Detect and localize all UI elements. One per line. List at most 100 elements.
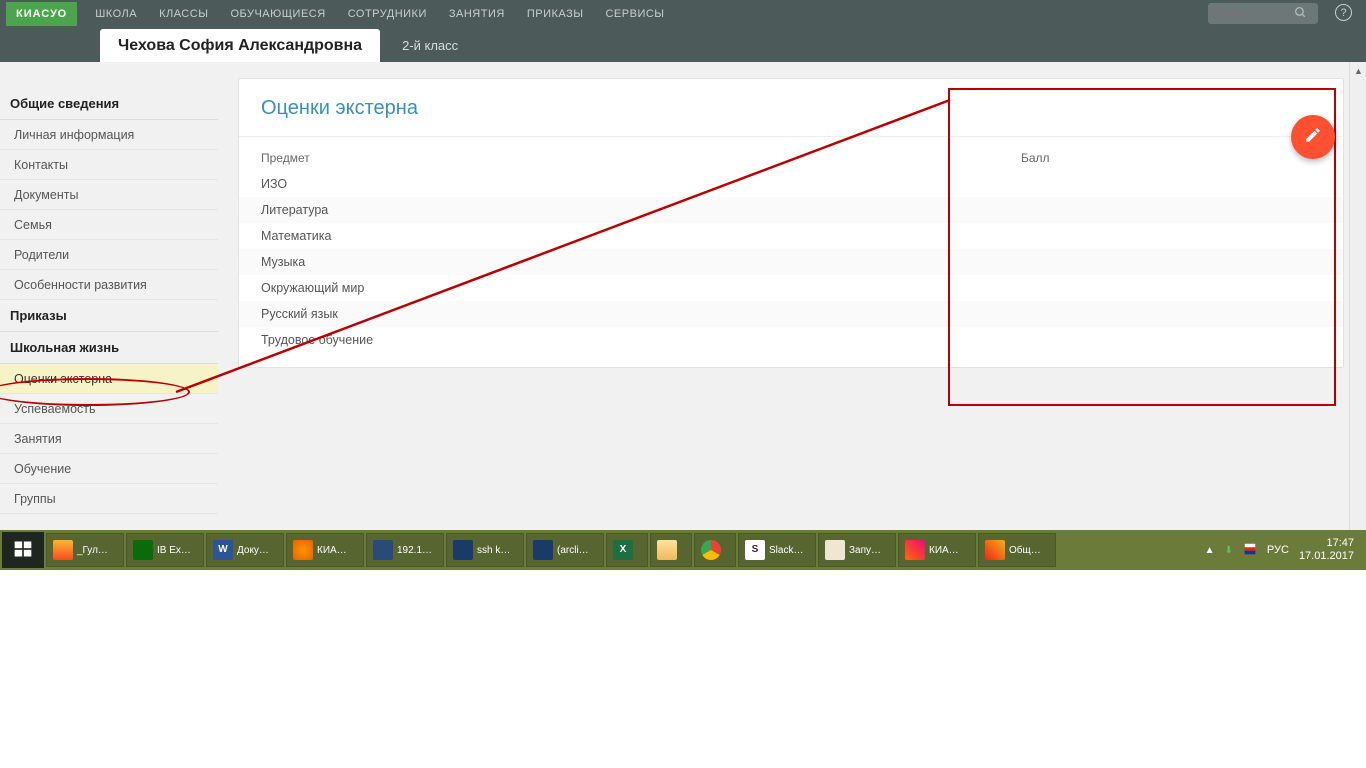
search-box[interactable] [1208, 3, 1318, 24]
explorer-icon [657, 540, 677, 560]
side-item-contacts[interactable]: Контакты [0, 150, 218, 180]
slack-icon: S [745, 540, 765, 560]
topbar: КИАСУО ШКОЛА КЛАССЫ ОБУЧАЮЩИЕСЯ СОТРУДНИ… [0, 0, 1366, 28]
side-item-personal[interactable]: Личная информация [0, 120, 218, 150]
chrome-icon [701, 540, 721, 560]
tray-lang[interactable]: РУС [1267, 544, 1289, 556]
app-icon [133, 540, 153, 560]
table-row: Трудовое обучение [239, 327, 1343, 353]
nav-staff[interactable]: СОТРУДНИКИ [348, 8, 427, 20]
taskbar-label: КИА… [317, 545, 347, 556]
top-nav: ШКОЛА КЛАССЫ ОБУЧАЮЩИЕСЯ СОТРУДНИКИ ЗАНЯ… [95, 8, 664, 20]
table-row: Музыка [239, 249, 1343, 275]
tray-time: 17:47 [1299, 537, 1354, 550]
side-item-parents[interactable]: Родители [0, 240, 218, 270]
taskbar-label: Общ… [1009, 545, 1041, 556]
app-logo: КИАСУО [6, 2, 77, 26]
nav-orders[interactable]: ПРИКАЗЫ [527, 8, 584, 20]
tray-date: 17.01.2017 [1299, 550, 1354, 563]
taskbar-app[interactable]: КИА… [898, 533, 976, 567]
taskbar-label: 192.1… [397, 545, 432, 556]
table-row: Русский язык [239, 301, 1343, 327]
app-icon [985, 540, 1005, 560]
grades-card: Оценки экстерна Предмет Балл ИЗО Литерат… [238, 78, 1344, 368]
windows-taskbar: _Гул… IB Ex… W Доку… КИА… 192.1… ssh k… (… [0, 530, 1366, 570]
taskbar-app[interactable]: IB Ex… [126, 533, 204, 567]
subject-cell: Трудовое обучение [261, 333, 1021, 347]
app-icon [825, 540, 845, 560]
taskbar-app[interactable]: 192.1… [366, 533, 444, 567]
scroll-up-icon[interactable]: ▲ [1350, 62, 1366, 79]
side-item-training[interactable]: Обучение [0, 454, 218, 484]
subject-cell: Окружающий мир [261, 281, 1021, 295]
search-icon[interactable] [1294, 6, 1307, 22]
card-title: Оценки экстерна [239, 79, 1343, 137]
nav-classes[interactable]: КЛАССЫ [159, 8, 208, 20]
taskbar-app[interactable] [694, 533, 736, 567]
nav-lessons[interactable]: ЗАНЯТИЯ [449, 8, 505, 20]
table-row: Литература [239, 197, 1343, 223]
system-tray: ▲ ⬇ РУС 17:47 17.01.2017 [1205, 537, 1364, 563]
tray-clock[interactable]: 17:47 17.01.2017 [1299, 537, 1354, 563]
terminal-icon [453, 540, 473, 560]
server-icon [373, 540, 393, 560]
taskbar-app[interactable]: ssh k… [446, 533, 524, 567]
taskbar-app[interactable] [650, 533, 692, 567]
taskbar-app[interactable]: X [606, 533, 648, 567]
taskbar-app[interactable]: W Доку… [206, 533, 284, 567]
search-input[interactable] [1214, 8, 1294, 20]
sub-header: Чехова София Александровна 2-й класс [0, 28, 1366, 62]
taskbar-label: Доку… [237, 545, 269, 556]
tray-expand-icon[interactable]: ▲ [1205, 545, 1215, 556]
firefox-icon [293, 540, 313, 560]
table-row: Математика [239, 223, 1343, 249]
subject-cell: Математика [261, 229, 1021, 243]
subject-cell: Литература [261, 203, 1021, 217]
table-header: Предмет Балл [239, 137, 1343, 171]
subject-cell: ИЗО [261, 177, 1021, 191]
side-item-progress[interactable]: Успеваемость [0, 394, 218, 424]
taskbar-app[interactable]: Запу… [818, 533, 896, 567]
taskbar-label: Запу… [849, 545, 881, 556]
taskbar-label: Slack… [769, 545, 803, 556]
col-score: Балл [1021, 151, 1050, 165]
taskbar-label: _Гул… [77, 545, 108, 556]
excel-icon: X [613, 540, 633, 560]
nav-school[interactable]: ШКОЛА [95, 8, 137, 20]
side-item-family[interactable]: Семья [0, 210, 218, 240]
taskbar-label: ssh k… [477, 545, 510, 556]
windows-logo-icon [13, 539, 33, 562]
start-button[interactable] [2, 532, 44, 568]
side-item-groups[interactable]: Группы [0, 484, 218, 514]
taskbar-app[interactable]: Общ… [978, 533, 1056, 567]
taskbar-label: КИА… [929, 545, 959, 556]
tray-flag-icon[interactable] [1243, 542, 1257, 559]
nav-services[interactable]: СЕРВИСЫ [605, 8, 664, 20]
side-group-school-life: Школьная жизнь [0, 332, 218, 364]
edit-fab[interactable] [1291, 115, 1335, 159]
grades-table: Предмет Балл ИЗО Литература Математика М… [239, 137, 1343, 353]
side-item-peculiar[interactable]: Особенности развития [0, 270, 218, 300]
taskbar-label: (arcli… [557, 545, 589, 556]
pencil-icon [1304, 126, 1322, 149]
taskbar-app[interactable]: S Slack… [738, 533, 816, 567]
taskbar-app[interactable]: _Гул… [46, 533, 124, 567]
help-icon[interactable]: ? [1335, 4, 1352, 21]
nav-students[interactable]: ОБУЧАЮЩИЕСЯ [230, 8, 325, 20]
person-tab[interactable]: Чехова София Александровна [100, 29, 380, 62]
table-row: Окружающий мир [239, 275, 1343, 301]
class-label: 2-й класс [402, 38, 458, 53]
app-icon [53, 540, 73, 560]
col-subject: Предмет [261, 151, 1021, 165]
side-item-documents[interactable]: Документы [0, 180, 218, 210]
side-item-lessons[interactable]: Занятия [0, 424, 218, 454]
subject-cell: Русский язык [261, 307, 1021, 321]
word-icon: W [213, 540, 233, 560]
side-item-extern-grades[interactable]: Оценки экстерна [0, 364, 218, 394]
table-row: ИЗО [239, 171, 1343, 197]
side-group-orders: Приказы [0, 300, 218, 332]
taskbar-app[interactable]: КИА… [286, 533, 364, 567]
tray-download-icon[interactable]: ⬇ [1225, 545, 1233, 556]
side-group-general: Общие сведения [0, 88, 218, 120]
taskbar-app[interactable]: (arcli… [526, 533, 604, 567]
